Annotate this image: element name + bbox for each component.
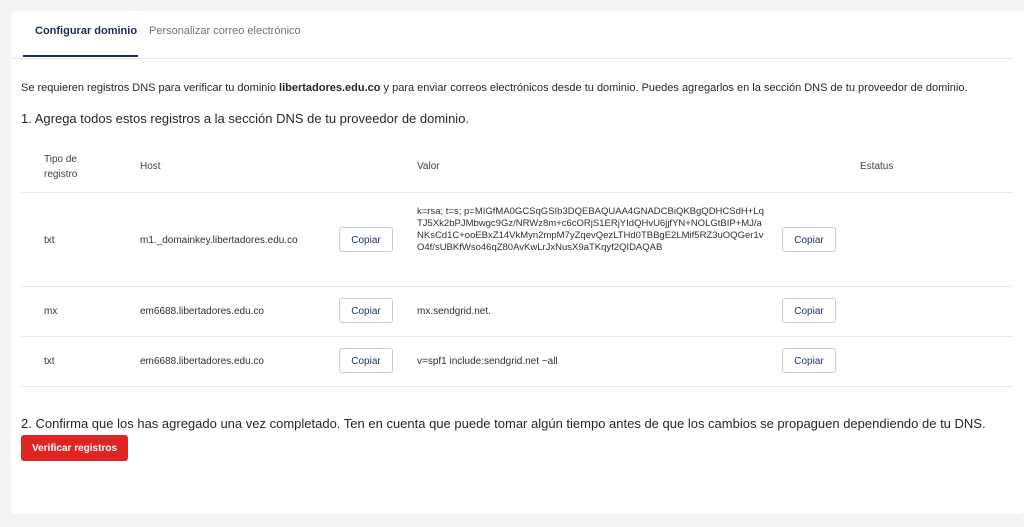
row1-tipo: txt	[44, 235, 55, 246]
tab-bar: Configurar dominio Personalizar correo e…	[12, 21, 1013, 59]
row1-valor: k=rsa; t=s; p=MIGfMA0GCSqGSIb3DQEBAQUAA4…	[417, 206, 764, 253]
tab-personalizar-correo[interactable]: Personalizar correo electrónico	[149, 21, 301, 57]
tab-configurar-dominio[interactable]: Configurar dominio	[23, 21, 138, 57]
intro-before: Se requieren registros DNS para verifica…	[21, 82, 280, 94]
row2-host: em6688.libertadores.edu.co	[140, 306, 264, 317]
header-host: Host	[140, 161, 161, 172]
verify-records-button[interactable]: Verificar registros	[21, 435, 128, 461]
row1-copy-valor-button[interactable]: Copiar	[782, 227, 836, 252]
intro-after: y para enviar correos electrónicos desde…	[380, 82, 968, 94]
row3-copy-host-button[interactable]: Copiar	[339, 348, 393, 373]
header-valor: Valor	[417, 161, 440, 172]
row3-host: em6688.libertadores.edu.co	[140, 356, 264, 367]
step-1-heading: 1. Agrega todos estos registros a la sec…	[21, 111, 470, 126]
row2-tipo: mx	[44, 306, 58, 317]
header-tipo-line1: Tipo de	[44, 154, 77, 165]
step-2-heading: 2. Confirma que los has agregado una vez…	[21, 416, 986, 431]
row2-valor: mx.sendgrid.net.	[417, 306, 491, 317]
header-tipo: Tipo de registro	[44, 152, 77, 182]
table-divider	[21, 286, 1013, 287]
intro-domain: libertadores.edu.co	[279, 82, 381, 94]
row1-copy-host-button[interactable]: Copiar	[339, 227, 393, 252]
table-divider	[21, 336, 1013, 337]
row2-copy-valor-button[interactable]: Copiar	[782, 298, 836, 323]
row3-copy-valor-button[interactable]: Copiar	[782, 348, 836, 373]
row3-tipo: txt	[44, 356, 55, 367]
row3-valor: v=spf1 include:sendgrid.net ~all	[417, 356, 558, 367]
header-estatus: Estatus	[860, 161, 894, 172]
row2-copy-host-button[interactable]: Copiar	[339, 298, 393, 323]
intro-text: Se requieren registros DNS para verifica…	[21, 80, 1001, 96]
header-tipo-line2: registro	[44, 169, 78, 180]
table-divider	[21, 192, 1013, 193]
row1-host: m1._domainkey.libertadores.edu.co	[140, 235, 298, 246]
table-divider	[21, 386, 1013, 387]
